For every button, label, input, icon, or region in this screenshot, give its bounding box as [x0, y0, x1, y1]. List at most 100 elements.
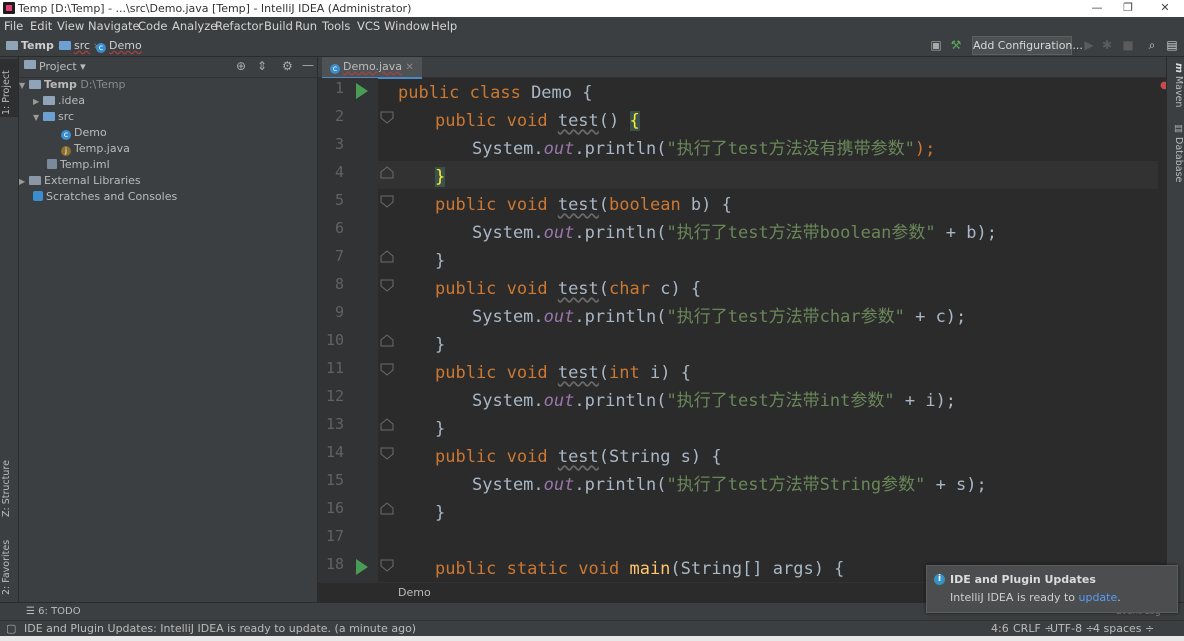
breadcrumb-project-label: Temp: [21, 39, 54, 52]
code-line: public void test() {: [435, 107, 640, 135]
tree-item-idea-label: .idea: [58, 94, 86, 107]
line-number: 17: [325, 527, 344, 545]
fold-open-icon: [380, 195, 394, 208]
code-line: System.out.println("执行了test方法带int参数" + i…: [472, 387, 956, 415]
notification-text: IntelliJ IDEA is ready to: [950, 591, 1075, 604]
hide-panel-icon[interactable]: —: [302, 58, 314, 72]
tree-item-src[interactable]: ▼ src: [33, 109, 74, 125]
database-tool-tab[interactable]: ▤ Database: [1168, 123, 1184, 183]
debug-icon[interactable]: ✱: [1100, 38, 1114, 52]
notification-update-link[interactable]: update: [1079, 591, 1118, 604]
restore-button[interactable]: ❐: [1118, 1, 1138, 14]
tree-item-idea[interactable]: ▶ .idea: [33, 93, 85, 109]
project-view-selector[interactable]: Project ▾: [39, 60, 86, 73]
scratches-icon: [33, 191, 43, 201]
vcs-icon[interactable]: ▤: [1165, 38, 1179, 52]
menu-refactor[interactable]: Refactor: [215, 19, 263, 33]
code-token: "执行了test方法带boolean参数": [666, 223, 936, 243]
line-number: 10: [325, 331, 344, 349]
favorites-tool-tab[interactable]: 2: Favorites: [1, 533, 17, 595]
run-icon[interactable]: ▶: [1082, 38, 1096, 52]
menu-run[interactable]: Run: [295, 19, 317, 33]
run-main-icon[interactable]: [356, 559, 368, 575]
indent-selector[interactable]: 4 spaces ÷: [1093, 622, 1154, 635]
menu-window[interactable]: Window: [384, 19, 429, 33]
minimize-button[interactable]: —: [1087, 1, 1107, 14]
status-message[interactable]: IDE and Plugin Updates: IntelliJ IDEA is…: [24, 622, 416, 635]
tree-item-temp-iml-label: Temp.iml: [60, 158, 110, 171]
line-number: 8: [334, 275, 344, 293]
tree-item-temp-java-label: Temp.java: [74, 142, 130, 155]
menu-file[interactable]: File: [4, 19, 23, 33]
tree-item-temp-label: Temp: [44, 78, 77, 91]
code-token: char: [609, 279, 650, 299]
project-structure-icon[interactable]: ▣: [929, 38, 943, 52]
code-token: .println(: [574, 475, 667, 495]
tree-item-temp-iml[interactable]: Temp.iml: [47, 157, 110, 173]
search-icon[interactable]: ⌕: [1145, 38, 1159, 52]
code-token: out: [543, 307, 575, 327]
menu-navigate[interactable]: Navigate: [88, 19, 140, 33]
build-hammer-icon[interactable]: ⚒: [949, 38, 963, 52]
update-notification[interactable]: i IDE and Plugin Updates IntelliJ IDEA i…: [926, 565, 1178, 613]
caret-position[interactable]: 4:6: [991, 622, 1009, 635]
close-tab-icon[interactable]: ✕: [406, 62, 414, 73]
line-separator-selector[interactable]: CRLF ÷: [1013, 622, 1054, 635]
menu-view[interactable]: View: [57, 19, 84, 33]
maven-tool-tab[interactable]: m Maven: [1168, 63, 1184, 109]
code-token: System.: [472, 391, 544, 411]
breadcrumb-project[interactable]: Temp ›: [6, 39, 62, 52]
bottom-edge: [0, 636, 1184, 641]
code-token: + i);: [894, 391, 957, 411]
breadcrumb-src[interactable]: src ›: [59, 39, 98, 52]
line-number: 4: [334, 163, 344, 181]
collapse-all-icon[interactable]: ⇕: [257, 59, 267, 73]
editor-breadcrumb-demo[interactable]: Demo: [398, 586, 431, 599]
breadcrumb-demo-label: Demo: [109, 39, 142, 52]
menu-help[interactable]: Help: [431, 19, 457, 33]
tree-item-external-libraries[interactable]: ▶ External Libraries: [19, 173, 141, 189]
editor-gutter: 1 2 3 4 5 6 7 8 9 10 11 12 13 14 15 16 1…: [318, 78, 378, 582]
code-token: }: [435, 503, 446, 523]
todo-tool-tab[interactable]: ☰ 6: TODO: [26, 606, 81, 617]
code-token: "执行了test方法没有携带参数": [666, 139, 915, 159]
encoding-selector[interactable]: UTF-8 ÷: [1050, 622, 1095, 635]
locate-icon[interactable]: ⊕: [236, 59, 246, 73]
code-area[interactable]: public class Demo { public void test() {…: [378, 78, 1158, 582]
code-line: System.out.println("执行了test方法带char参数" + …: [472, 303, 966, 331]
menu-tools[interactable]: Tools: [322, 19, 350, 33]
info-icon: i: [934, 574, 945, 585]
tree-item-temp[interactable]: ▼ Temp D:\Temp: [19, 77, 126, 93]
editor-tab-demo-java[interactable]: c Demo.java ✕: [322, 57, 422, 79]
class-icon: c: [330, 64, 340, 74]
fold-close-icon: [380, 166, 394, 179]
add-configuration-button[interactable]: Add Configuration...: [972, 36, 1083, 55]
run-class-icon[interactable]: [356, 83, 368, 99]
project-panel-header: Project ▾ ⊕ ⇕ ⚙ —: [19, 57, 317, 78]
tree-item-scratches[interactable]: Scratches and Consoles: [33, 189, 177, 205]
menu-analyze[interactable]: Analyze: [172, 19, 217, 33]
tree-item-temp-java[interactable]: j Temp.java: [61, 141, 130, 157]
code-line: public void test(int i) {: [435, 359, 691, 387]
code-token: public static void: [435, 559, 630, 579]
class-icon: c: [61, 130, 71, 140]
code-line: System.out.println("执行了test方法带boolean参数"…: [472, 219, 997, 247]
close-button[interactable]: ✕: [1155, 1, 1175, 14]
status-toggle-icon[interactable]: ▢: [6, 622, 16, 635]
code-token: .println(: [574, 223, 667, 243]
menu-edit[interactable]: Edit: [30, 19, 52, 33]
code-token: .println(: [574, 307, 667, 327]
menu-build[interactable]: Build: [264, 19, 293, 33]
menu-code[interactable]: Code: [138, 19, 167, 33]
menu-vcs[interactable]: VCS: [357, 19, 380, 33]
code-token: (String[] args) {: [670, 559, 845, 579]
structure-tool-tab[interactable]: Z: Structure: [1, 455, 17, 517]
breadcrumb-demo[interactable]: c Demo: [96, 39, 142, 53]
project-tool-tab[interactable]: 1: Project: [1, 63, 17, 115]
code-line: public class Demo {: [398, 79, 592, 107]
tree-item-demo[interactable]: c Demo: [61, 125, 107, 141]
settings-gear-icon[interactable]: ⚙: [282, 59, 293, 73]
fold-close-icon: [380, 334, 394, 347]
stop-icon[interactable]: ■: [1121, 38, 1135, 52]
code-line: public void test(char c) {: [435, 275, 701, 303]
